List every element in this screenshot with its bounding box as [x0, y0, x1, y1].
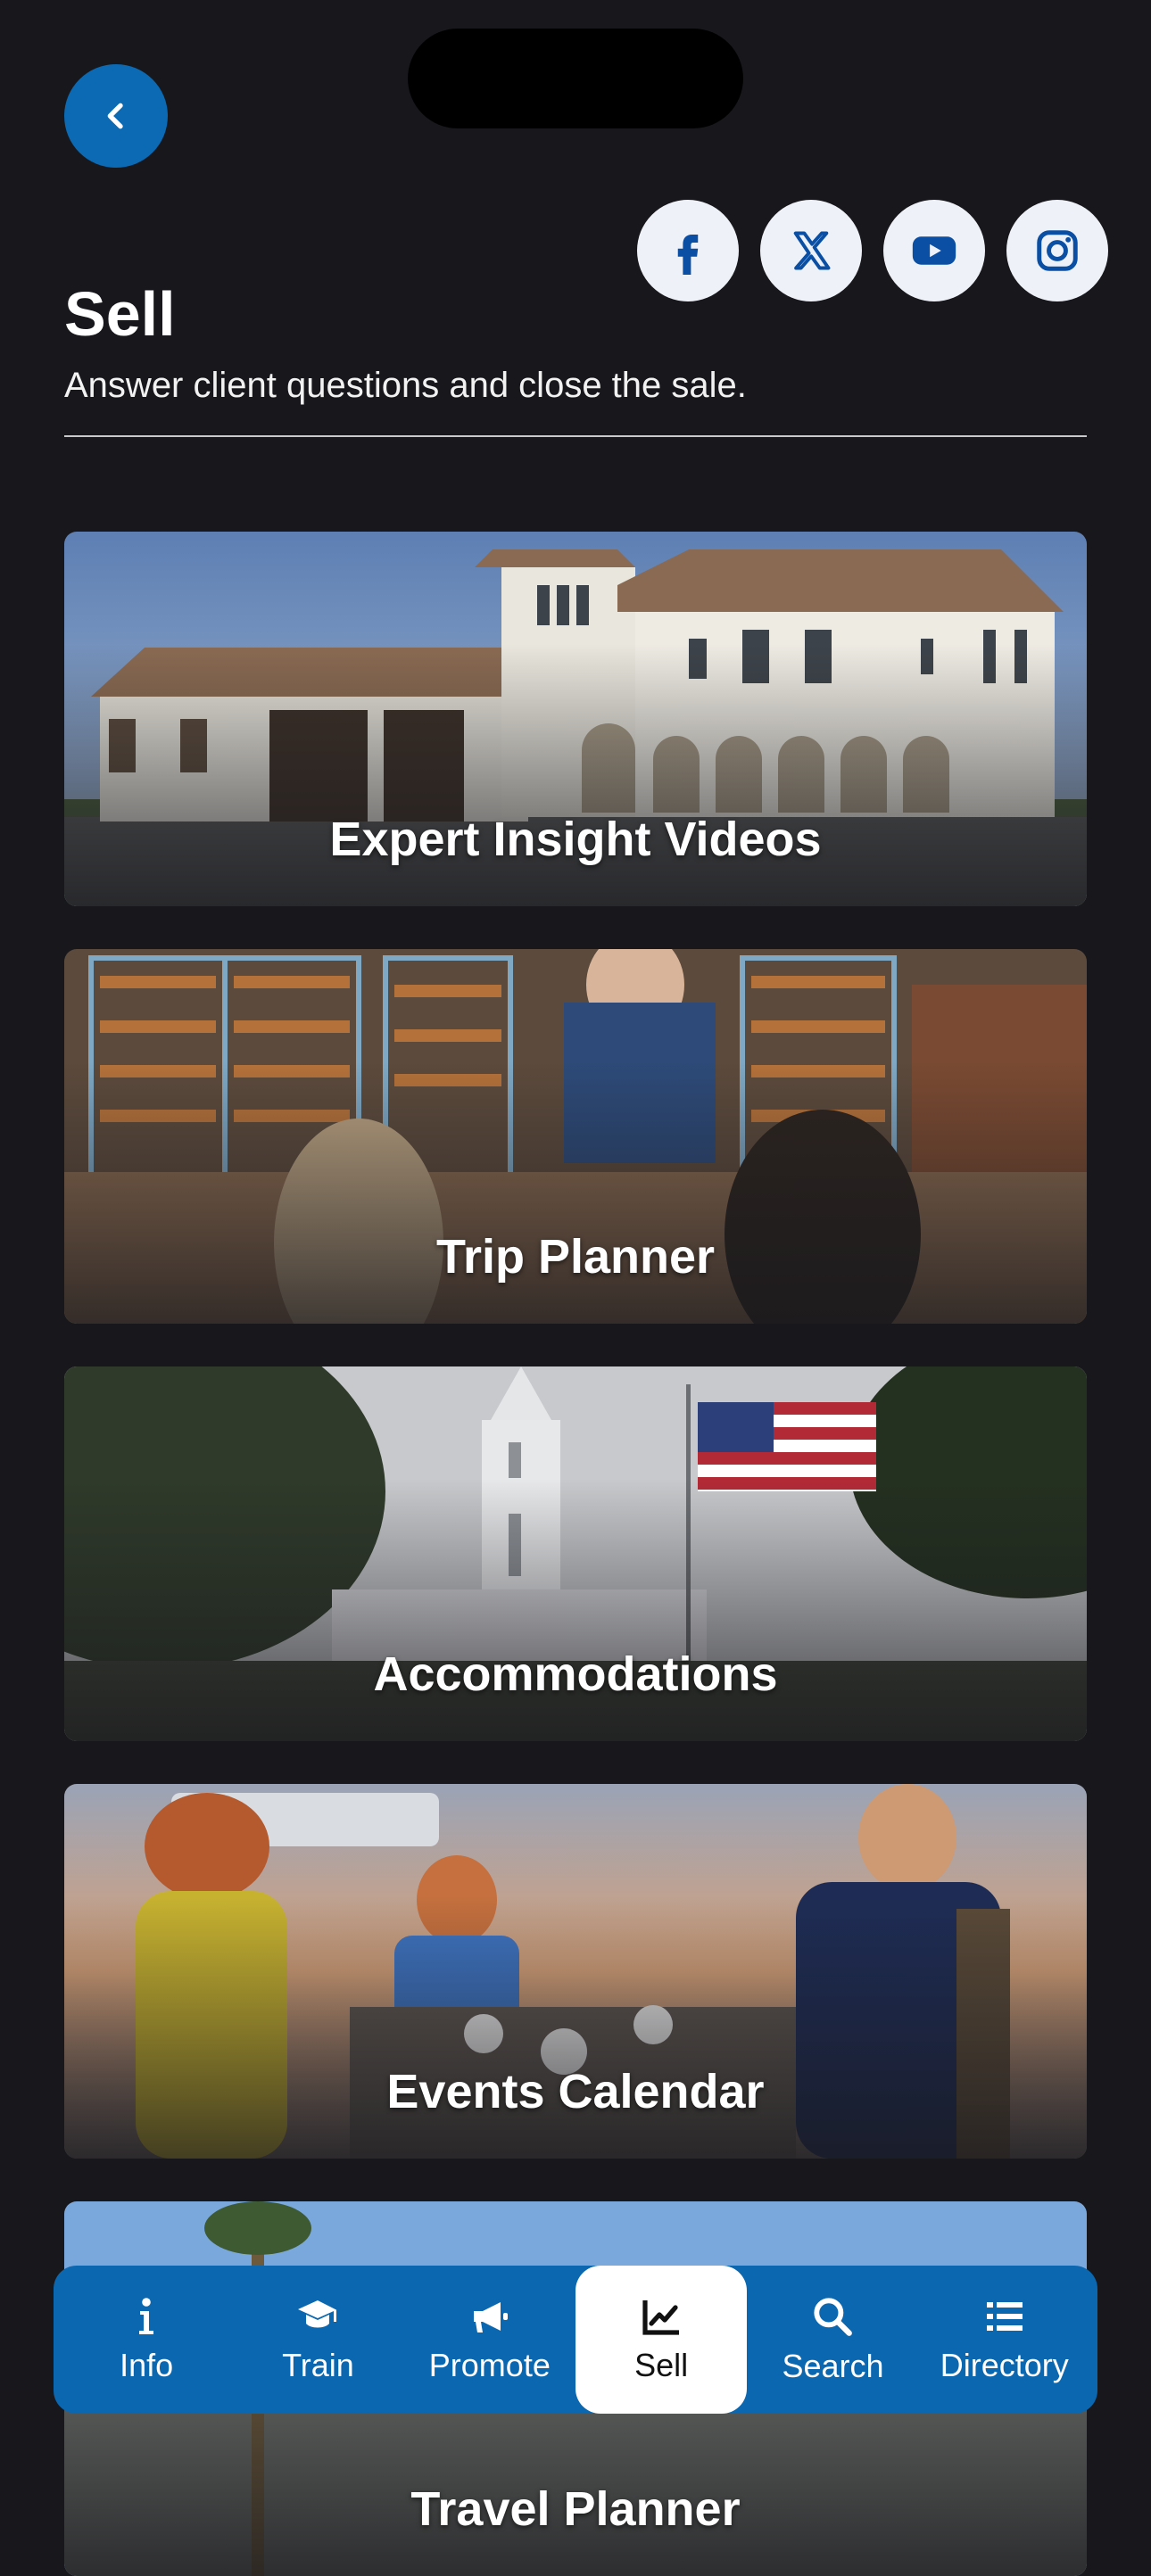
tab-directory[interactable]: Directory — [919, 2266, 1090, 2414]
facebook-icon — [677, 235, 699, 275]
back-button[interactable] — [64, 64, 168, 168]
card-accommodations[interactable]: Accommodations — [64, 1366, 1087, 1741]
card-label: Trip Planner — [435, 1230, 716, 1284]
tab-label: Train — [282, 2347, 354, 2383]
chevron-left-icon — [107, 103, 123, 129]
tab-info[interactable]: Info — [61, 2266, 232, 2414]
card-label: Events Calendar — [386, 2065, 765, 2118]
divider — [64, 435, 1087, 437]
card-label: Travel Planner — [410, 2482, 741, 2536]
card-trip-planner[interactable]: Trip Planner — [64, 949, 1087, 1324]
info-icon — [139, 2298, 154, 2334]
social-links — [637, 200, 1108, 301]
tab-label: Directory — [940, 2347, 1069, 2383]
card-label: Accommodations — [373, 1647, 778, 1701]
tab-label: Info — [120, 2347, 174, 2383]
page-subtitle: Answer client questions and close the sa… — [64, 366, 747, 405]
chart-line-icon — [642, 2300, 680, 2335]
bottom-tab-bar: Info Train Promote Sell Search Directory — [54, 2266, 1097, 2414]
facebook-button[interactable] — [637, 200, 739, 301]
card-expert-insight-videos[interactable]: Expert Insight Videos — [64, 532, 1087, 906]
list-icon — [986, 2302, 1023, 2331]
tab-sell[interactable]: Sell — [575, 2266, 748, 2414]
tab-train[interactable]: Train — [232, 2266, 403, 2414]
youtube-icon — [912, 236, 956, 265]
x-icon — [793, 231, 831, 270]
tab-promote[interactable]: Promote — [404, 2266, 576, 2414]
page-title: Sell — [64, 279, 176, 349]
graduation-cap-icon — [298, 2300, 337, 2328]
instagram-button[interactable] — [1006, 200, 1108, 301]
youtube-button[interactable] — [883, 200, 985, 301]
instagram-icon — [1037, 230, 1078, 271]
megaphone-icon — [473, 2302, 508, 2332]
card-events-calendar[interactable]: Events Calendar — [64, 1784, 1087, 2159]
search-icon — [814, 2298, 853, 2336]
tab-label: Promote — [428, 2347, 551, 2383]
dynamic-island — [408, 29, 743, 128]
tab-search[interactable]: Search — [747, 2266, 918, 2414]
tab-label: Search — [782, 2348, 884, 2384]
card-label: Expert Insight Videos — [329, 813, 822, 866]
x-button[interactable] — [760, 200, 862, 301]
tab-label: Sell — [634, 2347, 689, 2383]
